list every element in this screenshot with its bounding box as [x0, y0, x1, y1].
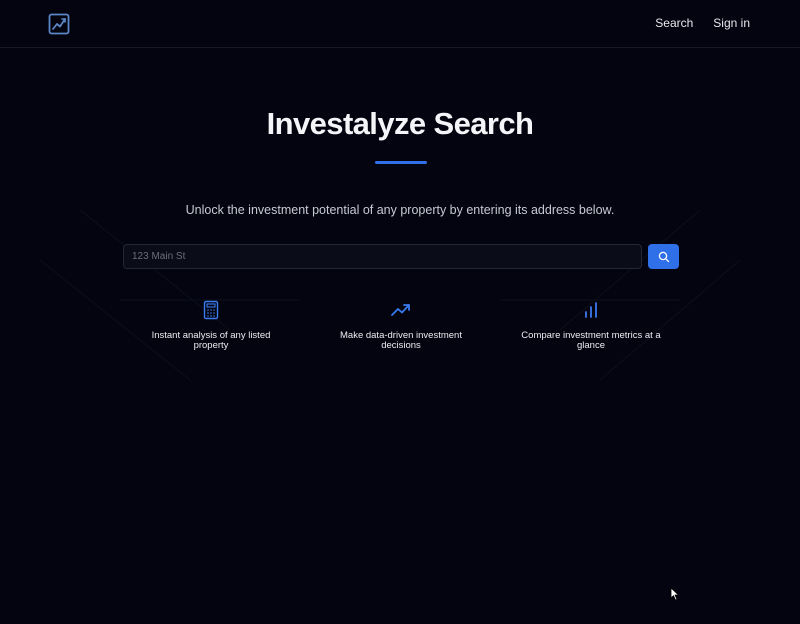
nav-search-link[interactable]: Search [655, 16, 693, 30]
mouse-pointer-icon [670, 587, 679, 601]
feature-label: Compare investment metrics at a glance [521, 330, 661, 351]
address-search-input[interactable] [123, 244, 642, 269]
feature-label: Instant analysis of any listed property [151, 330, 271, 351]
calculator-icon [203, 300, 219, 320]
chart-line-square-icon[interactable] [48, 13, 70, 35]
search-icon [658, 251, 669, 262]
feature-instant-analysis: Instant analysis of any listed property [141, 300, 281, 351]
nav-links: Search Sign in [655, 16, 750, 30]
feature-data-driven: Make data-driven investment decisions [331, 300, 471, 351]
feature-label: Make data-driven investment decisions [340, 330, 462, 351]
top-nav-bar: Search Sign in [0, 0, 800, 48]
bar-chart-icon [585, 302, 597, 318]
trending-up-icon [391, 304, 410, 316]
nav-signin-link[interactable]: Sign in [713, 16, 750, 30]
feature-compare-metrics: Compare investment metrics at a glance [521, 300, 661, 351]
title-underline-accent [375, 161, 427, 164]
page-title: Investalyze Search [266, 106, 534, 141]
page: Search Sign in Investalyze Search Unlock… [0, 0, 800, 624]
search-submit-button[interactable] [648, 244, 679, 269]
page-subtitle: Unlock the investment potential of any p… [185, 203, 615, 217]
